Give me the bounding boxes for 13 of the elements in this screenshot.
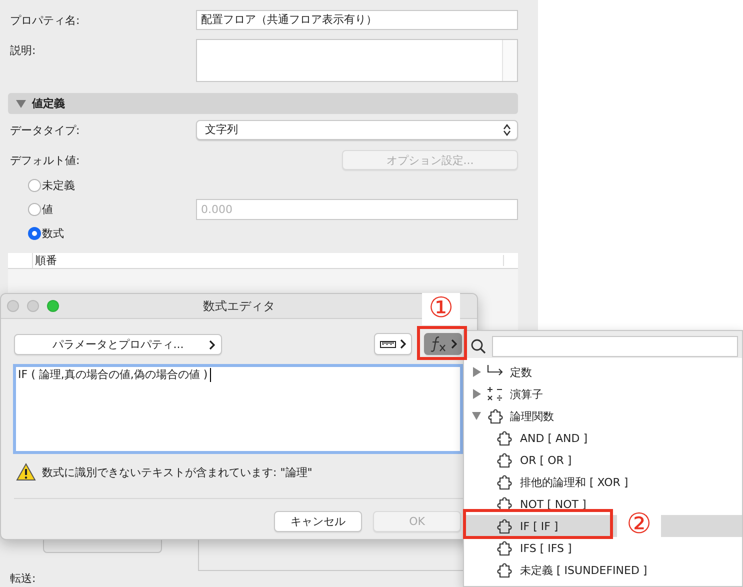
radio-label: 未定義	[42, 178, 75, 192]
field-label: 転送:	[9, 571, 37, 586]
field-label: データタイプ:	[9, 122, 81, 138]
field-label: デフォルト値:	[9, 152, 81, 168]
field-label: プロパティ名:	[9, 12, 81, 28]
radio-label: 値	[42, 202, 53, 216]
step-number: ①	[422, 293, 460, 325]
step-number: ②	[617, 509, 661, 539]
warning-message: 数式に識別できないテキストが含まれています: "論理"	[42, 464, 312, 480]
radio-label: 数式	[42, 226, 64, 240]
field-label: 説明:	[9, 43, 37, 59]
window-title: 数式エディタ	[203, 298, 275, 314]
section-title: 値定義	[32, 96, 65, 111]
